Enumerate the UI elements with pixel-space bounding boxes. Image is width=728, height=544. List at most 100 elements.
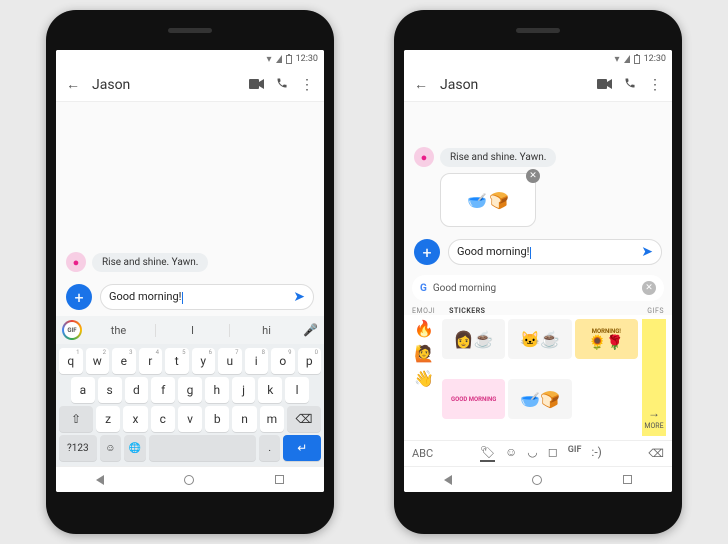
key-s[interactable]: s (98, 377, 122, 403)
key-space[interactable] (149, 435, 256, 461)
gboard-bottom-bar: ABC 🏷 ☺ ◡ ◻ GIF :-) ⌫ (404, 440, 672, 466)
suggestion-2[interactable]: I (155, 324, 229, 337)
key-q[interactable]: q1 (59, 348, 83, 374)
key-period[interactable]: . (259, 435, 280, 461)
phone-call-icon[interactable] (624, 77, 636, 93)
nav-back-icon[interactable] (96, 475, 104, 485)
sticker-person-coffee[interactable]: 👩☕ (442, 319, 505, 359)
key-b[interactable]: b (205, 406, 229, 432)
kbd-row-4: ?123 ☺ 🌐 . ↵ (59, 435, 321, 461)
sticker-morning-flowers[interactable]: MORNING!🌻🌹 (575, 319, 638, 359)
key-a[interactable]: a (71, 377, 95, 403)
key-language[interactable]: 🌐 (124, 435, 145, 461)
abc-button[interactable]: ABC (412, 447, 433, 460)
back-icon[interactable]: ← (66, 76, 80, 93)
mic-icon[interactable]: 🎤 (303, 323, 318, 337)
tab-stickers[interactable]: STICKERS (449, 307, 485, 315)
bitmoji-mode-icon[interactable]: ◡ (527, 445, 537, 462)
text-emoji-mode[interactable]: :-) (591, 445, 601, 462)
key-f[interactable]: f (151, 377, 175, 403)
compose-input[interactable]: Good morning! ➤ (100, 284, 314, 310)
more-column[interactable]: → MORE (642, 319, 666, 436)
key-h[interactable]: h (205, 377, 229, 403)
key-d[interactable]: d (125, 377, 149, 403)
gboard-search-pill[interactable]: G Good morning ✕ (412, 275, 664, 301)
phone-call-icon[interactable] (276, 77, 288, 93)
clear-search-icon[interactable]: ✕ (642, 281, 656, 295)
sticker-panel: 🔥 🙋 👋 👩☕ 🐱☕ MORNING!🌻🌹 GOOD MORNING 🥣🍞 →… (404, 315, 672, 440)
gboard-search-text: Good morning (433, 283, 636, 294)
back-icon[interactable]: ← (414, 76, 428, 93)
nav-recent-icon[interactable] (275, 475, 284, 484)
delete-button[interactable]: ⌫ (648, 447, 664, 460)
key-n[interactable]: n (232, 406, 256, 432)
key-c[interactable]: c (151, 406, 175, 432)
nav-back-icon[interactable] (444, 475, 452, 485)
video-call-icon[interactable] (249, 77, 264, 93)
text-cursor (530, 247, 531, 259)
android-navbar (56, 466, 324, 492)
suggestion-3[interactable]: hi (229, 324, 303, 337)
sticker2-mode-icon[interactable]: ◻ (548, 445, 558, 462)
gif-mode-label[interactable]: GIF (568, 445, 582, 462)
key-emoji[interactable]: ☺ (100, 435, 121, 461)
key-x[interactable]: x (123, 406, 147, 432)
key-r[interactable]: r4 (139, 348, 163, 374)
sticker-tabs: EMOJI STICKERS GIFS (404, 305, 672, 315)
send-icon[interactable]: ➤ (293, 289, 305, 305)
app-header: ← Jason ⋮ (56, 68, 324, 102)
avatar[interactable]: ● (66, 252, 86, 272)
key-y[interactable]: y6 (192, 348, 216, 374)
sticker-mode-icon[interactable]: 🏷 (480, 445, 495, 462)
emoji-mode-icon[interactable]: ☺ (505, 445, 517, 462)
key-i[interactable]: i8 (245, 348, 269, 374)
sticker-breakfast[interactable]: 🥣🍞 (508, 379, 571, 419)
key-enter[interactable]: ↵ (283, 435, 321, 461)
key-v[interactable]: v (178, 406, 202, 432)
emoji-column: 🔥 🙋 👋 (410, 319, 438, 436)
key-t[interactable]: t5 (165, 348, 189, 374)
suggestion-1[interactable]: the (82, 324, 155, 337)
more-icon[interactable]: ⋮ (648, 77, 662, 93)
sticker-good-morning-text[interactable]: GOOD MORNING (442, 379, 505, 419)
gif-button[interactable]: GIF (62, 320, 82, 340)
key-shift[interactable]: ⇧ (59, 406, 93, 432)
key-m[interactable]: m (260, 406, 284, 432)
attach-button[interactable]: + (66, 284, 92, 310)
compose-input[interactable]: Good morning! ➤ (448, 239, 662, 265)
phone-speaker (516, 28, 560, 33)
key-e[interactable]: e3 (112, 348, 136, 374)
key-o[interactable]: o9 (271, 348, 295, 374)
emoji-fire[interactable]: 🔥 (414, 319, 434, 338)
send-icon[interactable]: ➤ (641, 244, 653, 260)
battery-icon (286, 55, 292, 64)
status-time: 12:30 (296, 54, 318, 64)
key-l[interactable]: l (285, 377, 309, 403)
sticker-attachment[interactable]: ✕ 🥣 🍞 (440, 173, 536, 227)
emoji-wave[interactable]: 👋 (414, 369, 434, 388)
attach-button[interactable]: + (414, 239, 440, 265)
tab-emoji[interactable]: EMOJI (412, 307, 435, 315)
key-g[interactable]: g (178, 377, 202, 403)
emoji-raise-hand[interactable]: 🙋 (414, 344, 434, 363)
key-backspace[interactable]: ⌫ (287, 406, 321, 432)
key-w[interactable]: w2 (86, 348, 110, 374)
key-p[interactable]: p0 (298, 348, 322, 374)
app-header: ← Jason ⋮ (404, 68, 672, 102)
nav-recent-icon[interactable] (623, 475, 632, 484)
sticker-cat-mug[interactable]: 🐱☕ (508, 319, 571, 359)
key-k[interactable]: k (258, 377, 282, 403)
key-z[interactable]: z (96, 406, 120, 432)
nav-home-icon[interactable] (184, 475, 194, 485)
remove-attachment-icon[interactable]: ✕ (526, 169, 540, 183)
nav-home-icon[interactable] (532, 475, 542, 485)
key-j[interactable]: j (232, 377, 256, 403)
avatar[interactable]: ● (414, 147, 434, 167)
more-icon[interactable]: ⋮ (300, 77, 314, 93)
status-bar: ▾ 12:30 (404, 50, 672, 68)
video-call-icon[interactable] (597, 77, 612, 93)
tab-gifs[interactable]: GIFS (647, 307, 664, 315)
key-numbers[interactable]: ?123 (59, 435, 97, 461)
key-u[interactable]: u7 (218, 348, 242, 374)
wifi-icon: ▾ (267, 54, 272, 65)
